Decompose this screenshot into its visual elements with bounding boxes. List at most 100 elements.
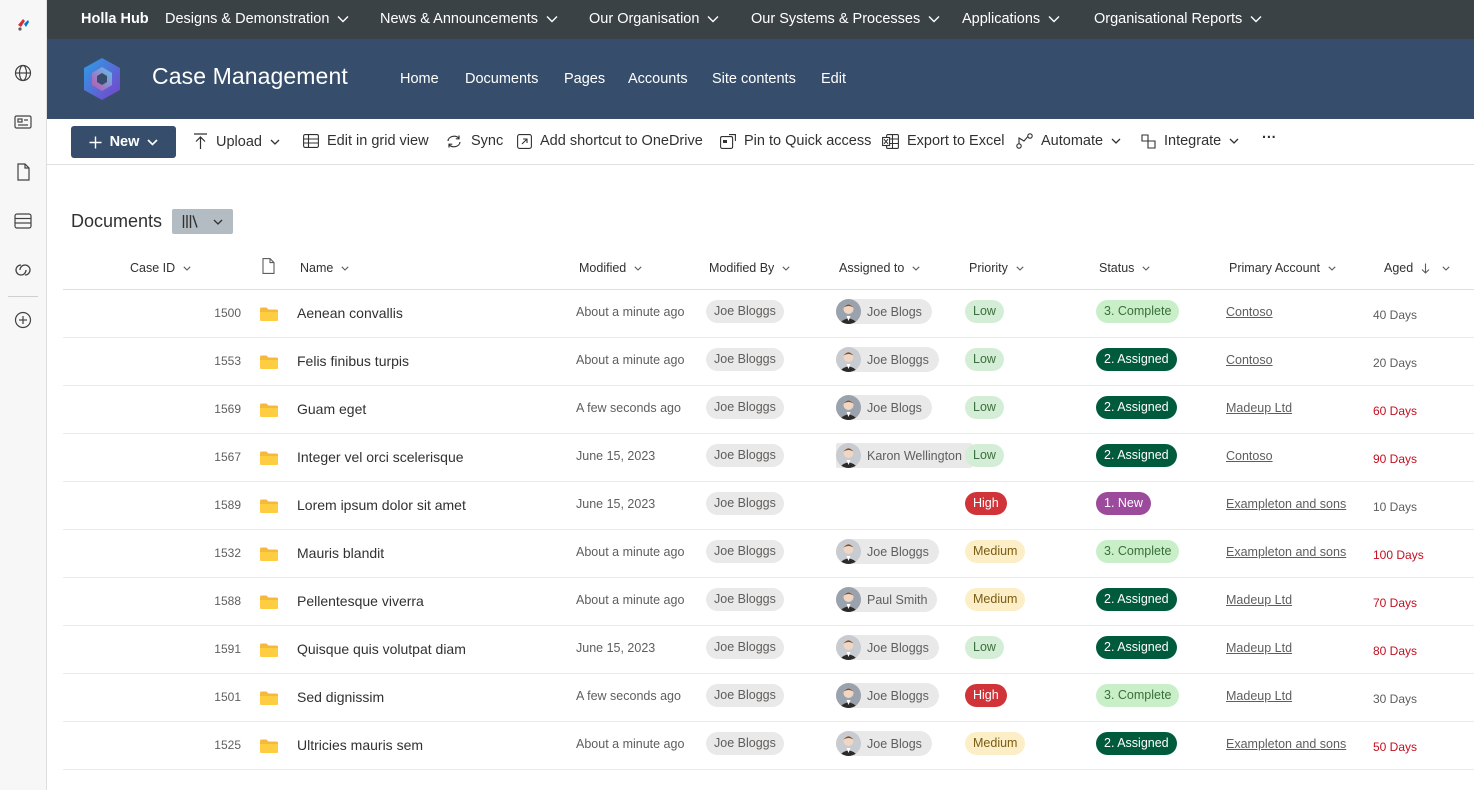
hub-nav-organisation[interactable]: Our Organisation: [589, 11, 719, 27]
document-name-link[interactable]: Guam eget: [297, 401, 366, 417]
create-icon[interactable]: [12, 309, 34, 331]
status-badge: 2. Assigned: [1096, 396, 1177, 419]
grid-icon: [303, 134, 319, 148]
assigned-to-persona[interactable]: Joe Blogs: [836, 299, 932, 329]
table-row[interactable]: 1501 Sed dignissim A few seconds ago Joe Bl…: [63, 674, 1474, 722]
primary-account-link[interactable]: Madeup Ltd: [1226, 641, 1292, 655]
site-nav-edit[interactable]: Edit: [821, 71, 846, 87]
modified-by-persona[interactable]: Joe Bloggs: [706, 396, 784, 419]
primary-account-link[interactable]: Contoso: [1226, 305, 1273, 319]
modified-by-persona[interactable]: Joe Bloggs: [706, 588, 784, 611]
news-icon[interactable]: [12, 111, 34, 133]
pin-quick-access-button[interactable]: Pin to Quick access: [720, 133, 871, 149]
hub-title[interactable]: Holla Hub: [81, 11, 149, 27]
loop-icon[interactable]: [12, 259, 34, 281]
integrate-button[interactable]: Integrate: [1141, 133, 1239, 149]
table-row[interactable]: 1500 Aenean convallis About a minute ago Jo…: [63, 290, 1474, 338]
table-row[interactable]: 1567 Integer vel orci scelerisque June 15,…: [63, 434, 1474, 482]
table-row[interactable]: 1569 Guam eget A few seconds ago Joe Bloggs…: [63, 386, 1474, 434]
assigned-to-persona[interactable]: Joe Blogs: [836, 731, 932, 761]
avatar: [836, 443, 861, 468]
modified-by-persona[interactable]: Joe Bloggs: [706, 684, 784, 707]
column-header-file-type[interactable]: [262, 258, 275, 274]
hub-nav-applications[interactable]: Applications: [962, 11, 1060, 27]
column-header-modified-by[interactable]: Modified By: [709, 261, 790, 275]
app-launcher-icon[interactable]: [12, 13, 34, 35]
site-nav-accounts[interactable]: Accounts: [628, 71, 688, 87]
file-icon[interactable]: [12, 161, 34, 183]
site-nav-home[interactable]: Home: [400, 71, 439, 87]
add-shortcut-button[interactable]: Add shortcut to OneDrive: [517, 133, 703, 149]
primary-account-link[interactable]: Contoso: [1226, 353, 1273, 367]
modified-by-persona[interactable]: Joe Bloggs: [706, 732, 784, 755]
chevron-down-icon: [912, 265, 920, 271]
column-header-primary-account[interactable]: Primary Account: [1229, 261, 1336, 275]
assigned-to-persona[interactable]: Joe Bloggs: [836, 683, 939, 713]
status-label: 2. Assigned: [1096, 732, 1177, 755]
assigned-to-persona[interactable]: Joe Bloggs: [836, 635, 939, 665]
hub-nav-news[interactable]: News & Announcements: [380, 11, 558, 27]
modified-by-persona[interactable]: Joe Bloggs: [706, 540, 784, 563]
modified-by-persona[interactable]: Joe Bloggs: [706, 300, 784, 323]
column-header-assigned-to[interactable]: Assigned to: [839, 261, 920, 275]
primary-account-link[interactable]: Madeup Ltd: [1226, 689, 1292, 703]
status-badge: 2. Assigned: [1096, 348, 1177, 371]
column-header-case-id[interactable]: Case ID: [130, 261, 191, 275]
primary-account-link[interactable]: Exampleton and sons: [1226, 497, 1346, 511]
table-row[interactable]: 1525 Ultricies mauris sem About a minute a…: [63, 722, 1474, 770]
primary-account-link[interactable]: Exampleton and sons: [1226, 545, 1346, 559]
upload-button[interactable]: Upload: [193, 133, 280, 150]
more-options-button[interactable]: ···: [1262, 130, 1277, 146]
document-name-link[interactable]: Integer vel orci scelerisque: [297, 449, 464, 465]
site-logo-icon[interactable]: [78, 55, 126, 103]
primary-account-link[interactable]: Contoso: [1226, 449, 1273, 463]
globe-icon[interactable]: [12, 62, 34, 84]
export-excel-button[interactable]: Export to Excel: [882, 133, 1005, 149]
assigned-to-persona[interactable]: Joe Bloggs: [836, 539, 939, 569]
document-name-link[interactable]: Sed dignissim: [297, 689, 384, 705]
priority-badge: High: [965, 684, 1007, 707]
document-name-link[interactable]: Mauris blandit: [297, 545, 384, 561]
column-header-status[interactable]: Status: [1099, 261, 1151, 275]
column-header-priority[interactable]: Priority: [969, 261, 1024, 275]
table-row[interactable]: 1591 Quisque quis volutpat diam June 15, 2…: [63, 626, 1474, 674]
modified-by-persona[interactable]: Joe Bloggs: [706, 444, 784, 467]
site-nav-pages[interactable]: Pages: [564, 71, 605, 87]
view-switcher-button[interactable]: [172, 209, 233, 234]
table-row[interactable]: 1553 Felis finibus turpis About a minute a…: [63, 338, 1474, 386]
table-row[interactable]: 1589 Lorem ipsum dolor sit amet June 15, 2…: [63, 482, 1474, 530]
document-name-link[interactable]: Lorem ipsum dolor sit amet: [297, 497, 466, 513]
avatar: [836, 347, 861, 372]
document-name-link[interactable]: Ultricies mauris sem: [297, 737, 423, 753]
lists-icon[interactable]: [12, 210, 34, 232]
hub-nav-designs[interactable]: Designs & Demonstration: [165, 11, 349, 27]
hub-nav-reports[interactable]: Organisational Reports: [1094, 11, 1262, 27]
column-header-name[interactable]: Name: [300, 261, 349, 275]
assigned-to-persona[interactable]: Karon Wellington: [836, 443, 972, 473]
modified-by-persona[interactable]: Joe Bloggs: [706, 636, 784, 659]
sync-button[interactable]: Sync: [445, 133, 503, 149]
modified-by-persona[interactable]: Joe Bloggs: [706, 492, 784, 515]
site-nav-site-contents[interactable]: Site contents: [712, 71, 796, 87]
primary-account-link[interactable]: Madeup Ltd: [1226, 401, 1292, 415]
modified-by-persona[interactable]: Joe Bloggs: [706, 348, 784, 371]
primary-account-link[interactable]: Exampleton and sons: [1226, 737, 1346, 751]
document-name-link[interactable]: Quisque quis volutpat diam: [297, 641, 466, 657]
assigned-to-persona[interactable]: Joe Bloggs: [836, 347, 939, 377]
edit-grid-button[interactable]: Edit in grid view: [303, 133, 429, 149]
site-nav-documents[interactable]: Documents: [465, 71, 538, 87]
column-header-modified[interactable]: Modified: [579, 261, 642, 275]
assigned-to-persona[interactable]: Joe Blogs: [836, 395, 932, 425]
site-title[interactable]: Case Management: [152, 63, 348, 90]
assigned-to-persona[interactable]: Paul Smith: [836, 587, 938, 617]
column-header-aged[interactable]: Aged: [1384, 261, 1450, 275]
document-name-link[interactable]: Felis finibus turpis: [297, 353, 409, 369]
hub-nav-systems[interactable]: Our Systems & Processes: [751, 11, 940, 27]
document-name-link[interactable]: Aenean convallis: [297, 305, 403, 321]
document-name-link[interactable]: Pellentesque viverra: [297, 593, 424, 609]
primary-account-link[interactable]: Madeup Ltd: [1226, 593, 1292, 607]
new-button[interactable]: New: [71, 126, 176, 158]
table-row[interactable]: 1588 Pellentesque viverra About a minute a…: [63, 578, 1474, 626]
automate-button[interactable]: Automate: [1016, 133, 1121, 149]
table-row[interactable]: 1532 Mauris blandit About a minute ago Joe …: [63, 530, 1474, 578]
